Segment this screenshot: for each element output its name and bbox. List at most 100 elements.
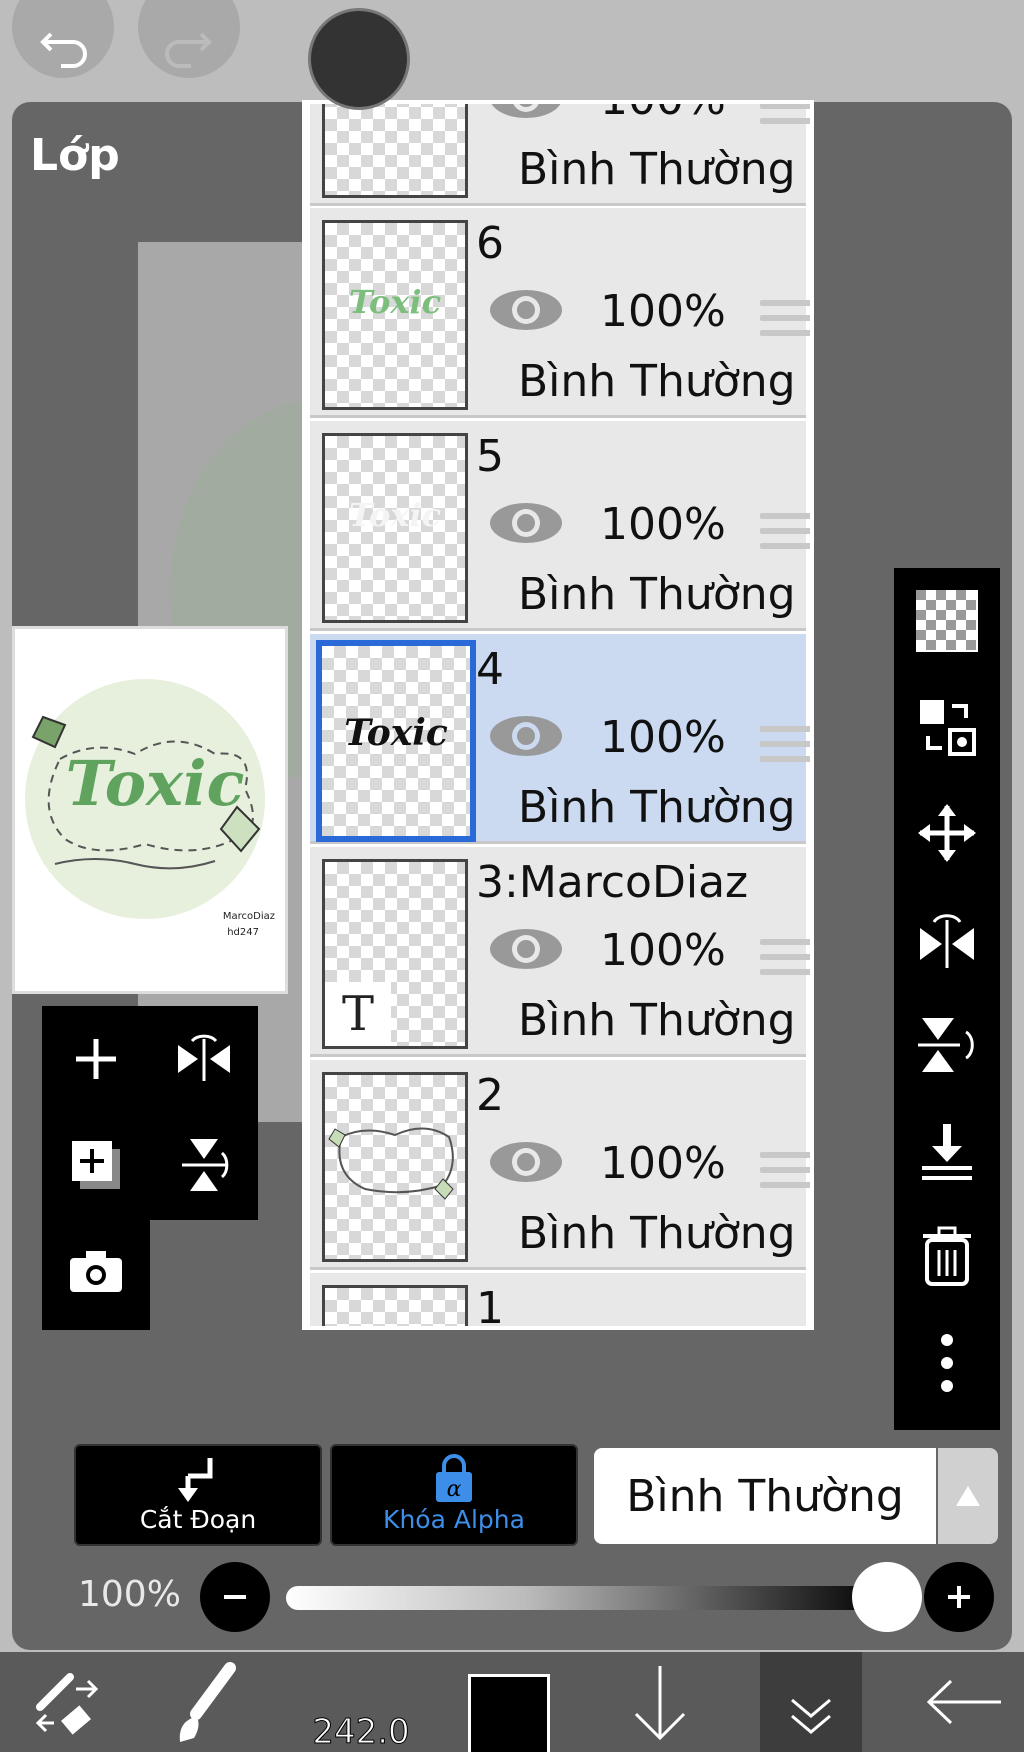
right-toolbar — [894, 568, 1000, 1430]
layer-blend-mode: Bình Thường — [518, 144, 796, 195]
layer-thumbnail — [322, 1285, 468, 1326]
layer-thumb-text: Toxic — [348, 283, 442, 321]
layer-thumbnail: Toxic — [316, 640, 476, 842]
undo-button[interactable] — [12, 0, 114, 78]
alpha-lock-label: Khóa Alpha — [383, 1505, 525, 1534]
drag-handle-icon[interactable] — [760, 939, 810, 987]
duplicate-layer-button[interactable] — [42, 1112, 150, 1218]
layer-row-7[interactable]: Toxic 100% Bình Thường — [310, 100, 810, 206]
blend-mode-select[interactable]: Bình Thường — [594, 1448, 936, 1544]
layer-down-button[interactable] — [620, 1652, 700, 1752]
layer-opacity: 100% — [600, 1138, 726, 1189]
thumbnail-credit-2: hd247 — [227, 927, 259, 938]
drag-handle-icon[interactable] — [760, 104, 810, 136]
layer-blend-mode: Bình Thường — [518, 569, 796, 620]
drag-handle-icon[interactable] — [760, 726, 810, 774]
clipping-arrow-icon — [178, 1458, 213, 1502]
color-swatch[interactable] — [468, 1674, 550, 1752]
layer-thumbnail: T — [322, 859, 468, 1049]
drag-handle-icon[interactable] — [760, 1152, 810, 1200]
new-transparent-layer-button[interactable] — [894, 568, 1000, 674]
more-options-button[interactable] — [894, 1310, 1000, 1416]
swap-layer-button[interactable] — [894, 674, 1000, 780]
redo-button[interactable] — [138, 0, 240, 78]
layer-blend-mode: Bình Thường — [518, 356, 796, 407]
drag-handle-icon[interactable] — [760, 300, 810, 348]
flip-layer-horizontal-button[interactable] — [894, 886, 1000, 992]
text-layer-icon: T — [325, 982, 391, 1046]
opacity-value: 100% — [78, 1574, 181, 1615]
flip-horizontal-icon — [178, 1034, 230, 1081]
layer-opacity: 100% — [600, 925, 726, 976]
flip-layer-vertical-button[interactable] — [894, 992, 1000, 1098]
brush-size-value: 242.0 — [312, 1712, 410, 1752]
eye-icon[interactable] — [486, 100, 566, 128]
thumbnail-credit-1: MarcoDiaz — [222, 911, 275, 922]
layer-name: 6 — [476, 218, 504, 269]
layer-thumb-text: Toxic — [348, 496, 442, 534]
drag-handle-icon[interactable] — [760, 513, 810, 561]
layer-row-3[interactable]: T 3:MarcoDiaz 100% Bình Thường — [310, 847, 810, 1057]
layer-row-1[interactable]: 1 — [310, 1273, 806, 1330]
layer-panel-tab[interactable] — [760, 1652, 862, 1752]
layer-row-5[interactable]: Toxic 5 100% Bình Thường — [310, 421, 810, 631]
layer-opacity: 100% — [600, 104, 726, 125]
eye-icon[interactable] — [486, 1132, 566, 1192]
layer-opacity: 100% — [600, 712, 726, 763]
layer-name: 3:MarcoDiaz — [476, 857, 749, 908]
thumbnail-title: Toxic — [65, 747, 245, 820]
layer-opacity: 100% — [600, 499, 726, 550]
layer-row-6[interactable]: Toxic 6 100% Bình Thường — [310, 208, 810, 418]
flip-vertical-button[interactable] — [150, 1112, 258, 1218]
eye-icon[interactable] — [486, 493, 566, 553]
layer-name: 1 — [476, 1283, 504, 1330]
camera-layer-button[interactable] — [42, 1218, 150, 1324]
alpha-lock-button[interactable]: α Khóa Alpha — [330, 1444, 578, 1546]
layer-thumbnail: Toxic — [322, 104, 468, 198]
add-layer-button[interactable] — [42, 1006, 150, 1112]
redo-icon — [165, 32, 212, 68]
flip-vertical-icon — [182, 1139, 229, 1191]
swap-icon — [920, 700, 976, 756]
canvas-thumbnail[interactable]: Toxic MarcoDiaz hd247 — [12, 626, 288, 994]
layer-thumbnail: Toxic — [322, 220, 468, 410]
opacity-slider[interactable] — [286, 1586, 886, 1610]
layer-name: 5 — [476, 431, 504, 482]
blend-mode-dropdown-button[interactable] — [938, 1448, 998, 1544]
camera-icon — [70, 1251, 122, 1292]
arrow-down-icon — [634, 1666, 686, 1741]
opacity-slider-knob[interactable] — [852, 1562, 922, 1632]
brush-tool-button[interactable] — [160, 1652, 250, 1752]
merge-down-icon — [922, 1124, 972, 1180]
clipping-button[interactable]: Cắt Đoạn — [74, 1444, 322, 1546]
eye-icon[interactable] — [486, 706, 566, 766]
delete-layer-button[interactable] — [894, 1204, 1000, 1310]
layer-blend-mode: Bình Thường — [518, 782, 796, 833]
layer-row-4[interactable]: Toxic 4 100% Bình Thường — [310, 634, 810, 844]
trash-icon — [923, 1226, 971, 1286]
brush-size-button[interactable] — [308, 8, 410, 110]
arrow-left-icon — [926, 1679, 1001, 1725]
eye-icon[interactable] — [486, 919, 566, 979]
layer-thumbnail: Toxic — [322, 433, 468, 623]
left-toolbox — [42, 1006, 258, 1220]
panel-title: Lớp — [30, 130, 120, 181]
flip-horizontal-button[interactable] — [150, 1006, 258, 1112]
opacity-increase-button[interactable] — [924, 1562, 994, 1632]
transform-tool-button[interactable] — [20, 1652, 110, 1752]
opacity-decrease-button[interactable] — [200, 1562, 270, 1632]
checkerboard-icon — [916, 590, 978, 652]
layer-row-2[interactable]: 2 100% Bình Thường — [310, 1060, 810, 1270]
move-button[interactable] — [894, 780, 1000, 886]
back-button[interactable] — [920, 1652, 1010, 1752]
layer-thumb-text: Toxic — [344, 712, 448, 754]
clipping-label: Cắt Đoạn — [139, 1505, 257, 1534]
cloud-frame-thumbnail — [328, 1127, 454, 1200]
layer-name: 2 — [476, 1070, 504, 1121]
eye-icon[interactable] — [486, 280, 566, 340]
left-toolbox-extension — [42, 1218, 150, 1330]
plus-icon — [948, 1586, 970, 1608]
layer-list[interactable]: Toxic 100% Bình Thường Toxic 6 100% Bình… — [302, 100, 814, 1330]
merge-down-button[interactable] — [894, 1098, 1000, 1204]
layer-blend-mode: Bình Thường — [518, 995, 796, 1046]
